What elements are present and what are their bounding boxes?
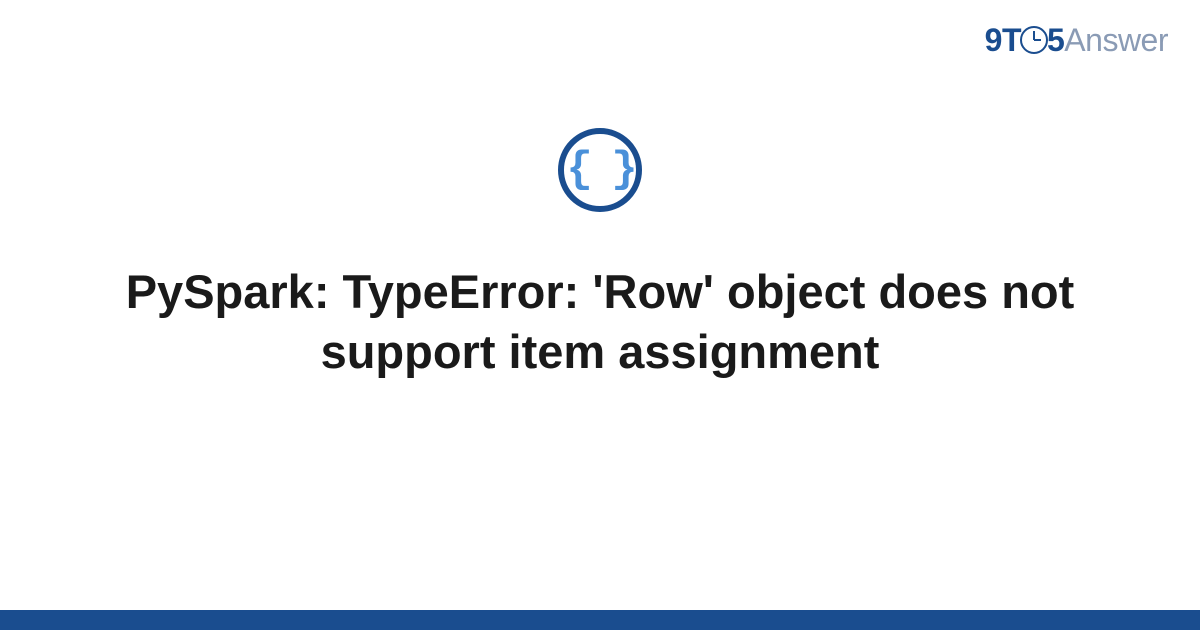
logo-five: 5 — [1047, 22, 1064, 58]
footer-accent-bar — [0, 610, 1200, 630]
code-braces-icon: { } — [558, 128, 642, 212]
logo-nine: 9 — [985, 22, 1002, 58]
logo-answer: Answer — [1064, 22, 1168, 58]
page-title: PySpark: TypeError: 'Row' object does no… — [0, 262, 1200, 382]
logo-t: T — [1002, 22, 1021, 58]
braces-symbol: { } — [566, 148, 633, 192]
clock-icon — [1020, 26, 1048, 54]
site-logo: 9T5Answer — [985, 22, 1168, 59]
